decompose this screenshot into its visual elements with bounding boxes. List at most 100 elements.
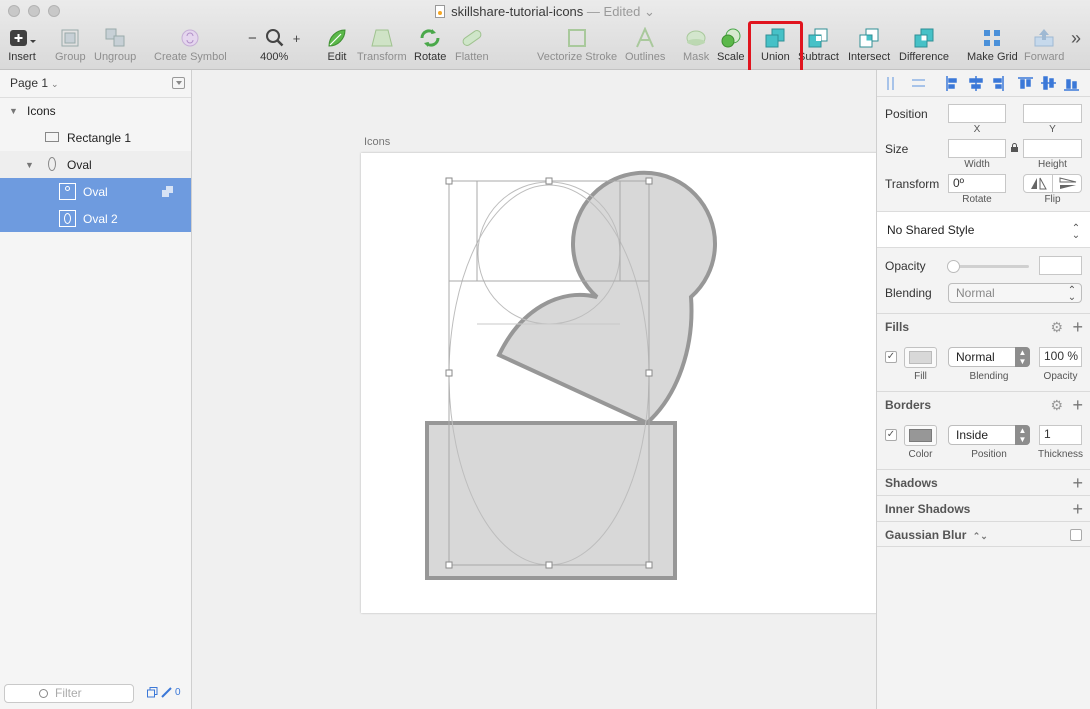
opacity-slider-knob[interactable]	[947, 260, 960, 273]
layer-row-artboard[interactable]: ▼ Icons	[0, 97, 191, 124]
forward-icon	[1032, 26, 1056, 50]
scale-button[interactable]: Scale	[717, 26, 745, 66]
chevron-down-icon: ⌄	[51, 79, 59, 89]
subtract-button[interactable]: Subtract	[798, 26, 839, 66]
gear-icon[interactable]: ⚙	[1050, 392, 1063, 418]
search-icon	[39, 689, 48, 698]
blur-enabled-checkbox[interactable]	[1070, 529, 1082, 541]
difference-button[interactable]: Difference	[899, 26, 949, 66]
layer-filter-input[interactable]: Filter	[4, 684, 134, 703]
border-position-select[interactable]: Inside ▲ ▼	[948, 425, 1030, 445]
x-position-input[interactable]	[948, 104, 1006, 123]
layer-row-oval[interactable]: Oval	[0, 178, 191, 205]
rotate-label: Rotate	[962, 194, 992, 205]
fill-blending-select[interactable]: Normal ▲ ▼	[948, 347, 1030, 367]
add-fill-button[interactable]: +	[1072, 314, 1083, 340]
layer-row-oval-group[interactable]: ▼ Oval	[0, 151, 191, 178]
rotate-label: Rotate	[414, 51, 447, 63]
forward-button[interactable]: Forward	[1024, 26, 1064, 66]
vectorize-stroke-icon	[566, 26, 588, 50]
layer-row-oval-2[interactable]: Oval 2	[0, 205, 191, 232]
page-selector[interactable]: Page 1 ⌄	[10, 76, 59, 90]
distribute-horizontal-icon	[887, 76, 894, 90]
vectorize-stroke-button[interactable]: Vectorize Stroke	[537, 26, 617, 66]
union-highlight-box	[748, 21, 803, 74]
rotate-input[interactable]: 0º	[948, 174, 1006, 193]
fill-enabled-checkbox[interactable]: ✓	[885, 351, 897, 363]
layer-row-rectangle[interactable]: Rectangle 1	[0, 124, 191, 151]
insert-button[interactable]: Insert	[8, 26, 36, 66]
lock-icon[interactable]	[1010, 143, 1019, 156]
y-position-input[interactable]	[1023, 104, 1082, 123]
combined-shape-icon	[48, 157, 56, 171]
create-symbol-button[interactable]: Create Symbol	[154, 26, 227, 66]
opacity-input[interactable]	[1039, 256, 1082, 275]
make-grid-button[interactable]: Make Grid	[967, 26, 1018, 66]
zoom-in-button[interactable]: +	[293, 31, 301, 46]
more-toolbar-button[interactable]: »	[1071, 26, 1081, 66]
outlines-button[interactable]: Outlines	[625, 26, 665, 66]
border-position-value: Inside	[956, 428, 989, 442]
height-input[interactable]	[1023, 139, 1082, 158]
border-enabled-checkbox[interactable]: ✓	[885, 429, 897, 441]
shared-style-select[interactable]: No Shared Style ⌃ ⌄	[877, 211, 1090, 248]
rotate-icon	[417, 26, 443, 50]
ungroup-button[interactable]: Ungroup	[94, 26, 136, 66]
fill-color-swatch[interactable]	[904, 347, 937, 368]
symbols-filter-icon[interactable]	[147, 687, 158, 698]
document-icon	[435, 5, 446, 18]
edit-icon	[326, 26, 348, 50]
gear-icon[interactable]: ⚙	[1050, 314, 1063, 340]
union-shape-outline[interactable]	[496, 170, 717, 426]
slice-filter-icon[interactable]	[161, 687, 172, 698]
transform-button[interactable]: Transform	[357, 26, 407, 66]
window-title: skillshare-tutorial-icons — Edited ⌄	[0, 4, 1090, 20]
scale-label: Scale	[717, 51, 745, 63]
toggle-pages-button[interactable]	[172, 77, 185, 89]
add-shadow-button[interactable]: +	[1072, 470, 1083, 496]
boolean-union-icon[interactable]	[162, 186, 174, 201]
y-label: Y	[1049, 124, 1056, 135]
layer-name: Icons	[27, 104, 56, 118]
updown-chevron-icon: ▲ ▼	[1015, 347, 1030, 367]
border-thickness-input[interactable]: 1	[1039, 425, 1082, 445]
layer-name: Oval	[83, 184, 108, 199]
shadows-section-header: Shadows +	[877, 469, 1090, 495]
scale-icon	[719, 26, 743, 50]
rectangle-shape[interactable]	[425, 421, 677, 580]
export-count: 0	[175, 687, 181, 698]
symbol-icon	[179, 26, 201, 50]
toolbar: skillshare-tutorial-icons — Edited ⌄ Ins…	[0, 0, 1090, 70]
mask-button[interactable]: Mask	[683, 26, 709, 66]
border-position-label: Position	[971, 449, 1007, 460]
add-inner-shadow-button[interactable]: +	[1072, 496, 1083, 522]
add-border-button[interactable]: +	[1072, 392, 1083, 418]
blending-select[interactable]: Normal ⌃ ⌄	[948, 283, 1082, 303]
canvas[interactable]: Icons	[192, 70, 876, 709]
inner-shadows-title: Inner Shadows	[885, 502, 971, 516]
difference-label: Difference	[899, 51, 949, 63]
zoom-control: − + 400%	[248, 26, 300, 66]
group-button[interactable]: Group	[55, 26, 86, 66]
gaussian-blur-section-header[interactable]: Gaussian Blur ⌃⌄	[877, 521, 1090, 547]
flip-vertical-button[interactable]	[1054, 175, 1082, 192]
fill-opacity-input[interactable]: 100 %	[1039, 347, 1082, 367]
edited-status[interactable]: — Edited ⌄	[587, 4, 655, 19]
border-color-swatch[interactable]	[904, 425, 937, 446]
intersect-button[interactable]: Intersect	[848, 26, 890, 66]
disclosure-triangle-icon[interactable]: ▼	[25, 160, 34, 170]
size-label: Size	[885, 142, 909, 156]
layer-name: Rectangle 1	[67, 130, 132, 145]
flatten-button[interactable]: Flatten	[455, 26, 489, 66]
rotate-button[interactable]: Rotate	[414, 26, 446, 66]
disclosure-triangle-icon[interactable]: ▼	[9, 106, 18, 116]
flip-horizontal-button[interactable]	[1024, 175, 1053, 192]
opacity-slider-track[interactable]	[953, 265, 1029, 268]
zoom-out-button[interactable]: −	[248, 30, 257, 47]
width-input[interactable]	[948, 139, 1006, 158]
layer-name: Oval	[67, 157, 92, 172]
mask-label: Mask	[683, 51, 710, 63]
edit-button[interactable]: Edit	[326, 26, 348, 66]
fill-label: Fill	[914, 371, 927, 382]
borders-title: Borders	[885, 398, 932, 412]
